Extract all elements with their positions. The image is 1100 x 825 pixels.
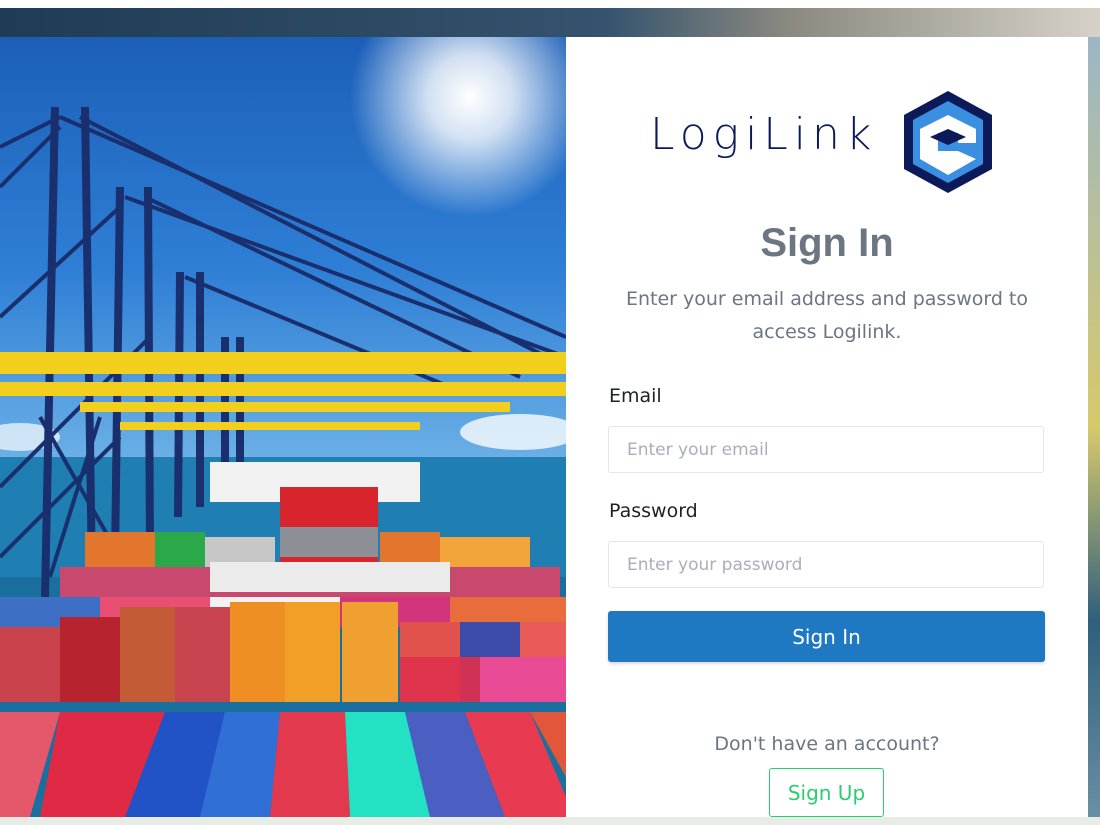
page-title: Sign In [760, 221, 894, 265]
page-subtitle: Enter your email address and password to… [625, 288, 1029, 343]
password-label: Password [609, 500, 698, 522]
brand-name: LogiLink [650, 109, 878, 160]
window-bottom-edge [0, 817, 1100, 825]
signin-card: LogiLink Sign In Enter your email addres… [566, 37, 1088, 817]
window-top-edge [0, 0, 1100, 8]
sun-glare [350, 37, 566, 217]
sign-in-button[interactable]: Sign In [608, 611, 1045, 662]
brand-header: LogiLink [650, 87, 1010, 197]
background-image-top [0, 8, 1100, 37]
email-field[interactable] [608, 426, 1044, 473]
sign-up-button[interactable]: Sign Up [769, 768, 884, 817]
password-field[interactable] [608, 541, 1044, 588]
email-label: Email [609, 385, 662, 407]
hero-image [0, 37, 566, 817]
port-illustration [0, 37, 566, 817]
background-image-right [1088, 37, 1100, 817]
cloud [460, 414, 566, 450]
logilink-logo-icon [904, 91, 992, 193]
containers-foreground [0, 712, 566, 817]
signup-prompt: Don't have an account? [714, 733, 940, 755]
